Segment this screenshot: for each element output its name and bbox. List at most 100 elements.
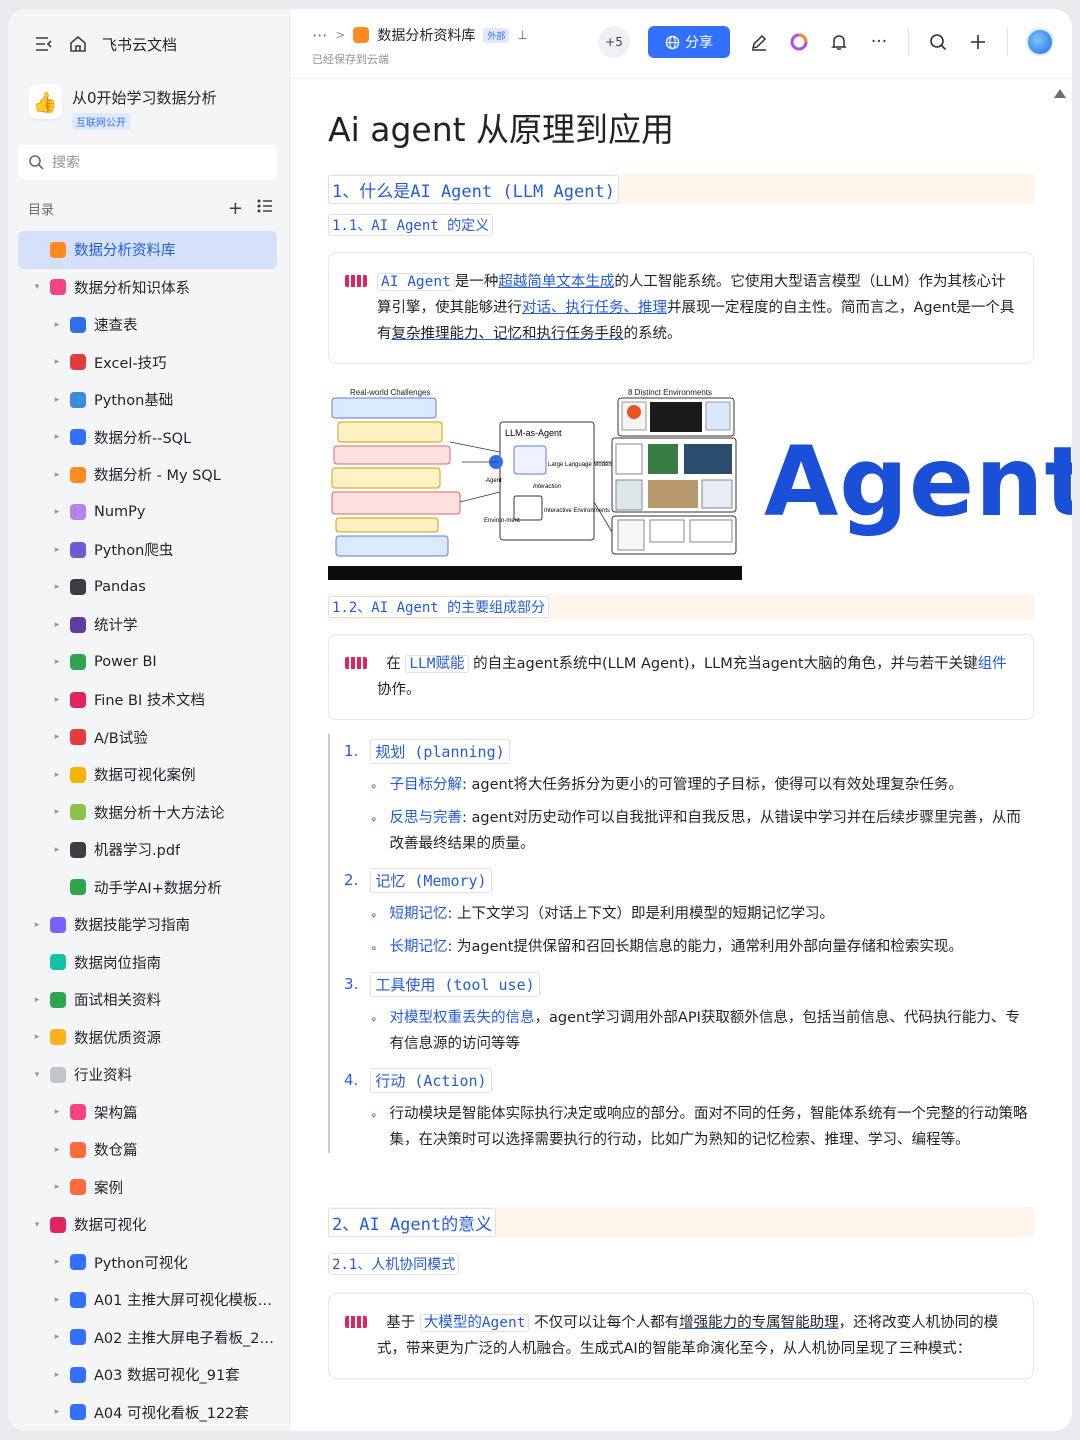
tree-item[interactable]: ▸ A04 可视化看板_122套 [18, 1394, 277, 1432]
chevron-right-icon[interactable]: ▸ [50, 695, 64, 705]
chevron-right-icon[interactable]: ▸ [30, 995, 44, 1005]
tree-item[interactable]: ▸ 数据分析--SQL [18, 419, 277, 457]
sub-item-value: : 上下文学习（对话上下文）即是利用模型的短期记忆学习。 [447, 906, 835, 922]
tree-item[interactable]: ▸ 数据分析十大方法论 [18, 794, 277, 832]
chevron-right-icon[interactable]: ▸ [50, 845, 64, 855]
tree-item[interactable]: ▸ 数据技能学习指南 [18, 906, 277, 944]
chevron-right-icon[interactable]: ▸ [50, 770, 64, 780]
chevron-down-icon[interactable]: ▾ [30, 1070, 44, 1080]
chevron-right-icon[interactable]: ▸ [50, 732, 64, 742]
chevron-right-icon[interactable]: ▸ [30, 920, 44, 930]
chevron-right-icon[interactable]: ▸ [50, 1295, 64, 1305]
chevron-right-icon[interactable]: ▸ [50, 620, 64, 630]
diagram-environment-label: Environ-ment [484, 518, 520, 524]
tree-item[interactable]: ▸ A/B试验 [18, 719, 277, 757]
tree-item[interactable]: ▸ 统计学 [18, 606, 277, 644]
tree-item-label: A01 主推大屏可视化模板_... [94, 1293, 277, 1310]
tree-item[interactable]: 数据分析资料库 [18, 231, 277, 269]
chevron-right-icon[interactable]: ▸ [50, 1107, 64, 1117]
chevron-right-icon[interactable]: ▸ [50, 545, 64, 555]
scroll-up-arrow[interactable] [1054, 89, 1066, 98]
sub-item-key[interactable]: 对模型权重丢失的信息 [390, 1010, 535, 1026]
plus-icon[interactable] [967, 31, 989, 53]
chevron-right-icon[interactable]: ▸ [50, 582, 64, 592]
chevron-right-icon[interactable]: ▸ [50, 1145, 64, 1155]
sub-item-key[interactable]: 短期记忆 [390, 906, 448, 922]
chevron-right-icon[interactable]: ▸ [50, 357, 64, 367]
tree-item[interactable]: ▸ 数据可视化案例 [18, 756, 277, 794]
link[interactable]: 组件 [978, 656, 1007, 672]
pin-icon[interactable]: ⊥ [517, 28, 527, 42]
sub-item-key[interactable]: 长期记忆 [390, 939, 448, 955]
outline-icon[interactable] [257, 198, 273, 219]
ai-assistant-icon[interactable] [788, 31, 810, 53]
tree-item[interactable]: ▸ A03 数据可视化_91套 [18, 1356, 277, 1394]
sub-item-key[interactable]: 反思与完善 [390, 810, 463, 826]
tree-item[interactable]: ▸ 数仓篇 [18, 1131, 277, 1169]
sub-item-key[interactable]: 子目标分解 [390, 777, 463, 793]
edit-icon[interactable] [748, 31, 770, 53]
link[interactable]: 对话、执行任务、推理 [522, 300, 667, 316]
search-icon[interactable] [927, 31, 949, 53]
chevron-right-icon[interactable]: ▸ [50, 432, 64, 442]
tree-item[interactable]: ▾ 数据可视化 [18, 1206, 277, 1244]
chevron-right-icon[interactable]: ▸ [50, 657, 64, 667]
tree-item[interactable]: ▸ Python爬虫 [18, 531, 277, 569]
agent-image[interactable]: Real-world Challenges 8 Distinct Environ… [328, 382, 1072, 580]
sub-item-text: 反思与完善: agent对历史动作可以自我批评和自我反思，从错误中学习并在后续步… [390, 805, 1034, 857]
tree-item[interactable]: ▾ 行业资料 [18, 1056, 277, 1094]
avatar[interactable] [1026, 28, 1054, 56]
chevron-right-icon[interactable]: ▸ [50, 807, 64, 817]
tree-item-label: 数据分析 - My SQL [94, 468, 221, 485]
tree-item[interactable]: ▸ NumPy [18, 494, 277, 532]
add-icon[interactable]: + [228, 198, 243, 219]
tree-item[interactable]: ▸ Python可视化 [18, 1244, 277, 1282]
chevron-down-icon[interactable]: ▾ [30, 1220, 44, 1230]
tree-item-label: 面试相关资料 [74, 993, 161, 1010]
tree-item[interactable]: ▸ Python基础 [18, 381, 277, 419]
collaborators-count[interactable]: +5 [598, 26, 630, 58]
doc-icon [70, 504, 86, 521]
tree-item[interactable]: ▸ 数据分析 - My SQL [18, 456, 277, 494]
chevron-right-icon[interactable]: ▸ [50, 1332, 64, 1342]
search-input[interactable]: 搜索 [18, 145, 277, 179]
tree-item[interactable]: ▸ 机器学习.pdf [18, 831, 277, 869]
app-name[interactable]: 飞书云文档 [102, 34, 177, 55]
knowledge-base[interactable]: 👍 从0开始学习数据分析 互联网公开 [8, 79, 289, 145]
share-button[interactable]: 分享 [648, 26, 730, 58]
chevron-right-icon[interactable]: ▸ [50, 507, 64, 517]
tree-item[interactable]: ▸ A01 主推大屏可视化模板_... [18, 1281, 277, 1319]
tree-item[interactable]: 动手学AI+数据分析 [18, 869, 277, 907]
tree-item[interactable]: ▸ 架构篇 [18, 1094, 277, 1132]
tree-item[interactable]: ▸ Pandas [18, 569, 277, 607]
tree-item[interactable]: ▸ Excel-技巧 [18, 344, 277, 382]
tree-item[interactable]: ▸ 面试相关资料 [18, 981, 277, 1019]
chevron-right-icon[interactable]: ▸ [50, 395, 64, 405]
chevron-right-icon[interactable]: ▸ [50, 470, 64, 480]
text: 是一种 [454, 274, 499, 290]
more-icon[interactable]: ··· [868, 31, 890, 53]
home-icon[interactable] [68, 34, 88, 54]
more-path-button[interactable]: ··· [312, 26, 327, 45]
collapse-sidebar-icon[interactable] [34, 34, 54, 54]
chevron-right-icon[interactable]: ▸ [50, 1370, 64, 1380]
bell-icon[interactable] [828, 31, 850, 53]
tree-item[interactable]: ▸ 速查表 [18, 306, 277, 344]
chevron-right-icon[interactable]: ▸ [50, 1182, 64, 1192]
tree-item[interactable]: ▸ A02 主推大屏电子看板_20套 [18, 1319, 277, 1357]
tree-item[interactable]: ▸ 数据优质资源 [18, 1019, 277, 1057]
doc-name[interactable]: 数据分析资料库 [377, 25, 475, 45]
chevron-right-icon[interactable]: ▸ [50, 320, 64, 330]
link[interactable]: 超越简单文本生成 [498, 274, 614, 290]
doc-icon [50, 279, 66, 296]
tree-item[interactable]: ▾ 数据分析知识体系 [18, 269, 277, 307]
chevron-right-icon[interactable]: ▸ [50, 1407, 64, 1417]
chevron-right-icon[interactable]: ▸ [30, 1032, 44, 1042]
tree-item[interactable]: ▸ 案例 [18, 1169, 277, 1207]
chevron-down-icon[interactable]: ▾ [30, 282, 44, 292]
chevron-right-icon[interactable]: ▸ [50, 1257, 64, 1267]
list-item: 3. 工具使用 (tool use) [344, 967, 1034, 1001]
tree-item[interactable]: 数据岗位指南 [18, 944, 277, 982]
tree-item[interactable]: ▸ Power BI [18, 644, 277, 682]
tree-item[interactable]: ▸ Fine BI 技术文档 [18, 681, 277, 719]
